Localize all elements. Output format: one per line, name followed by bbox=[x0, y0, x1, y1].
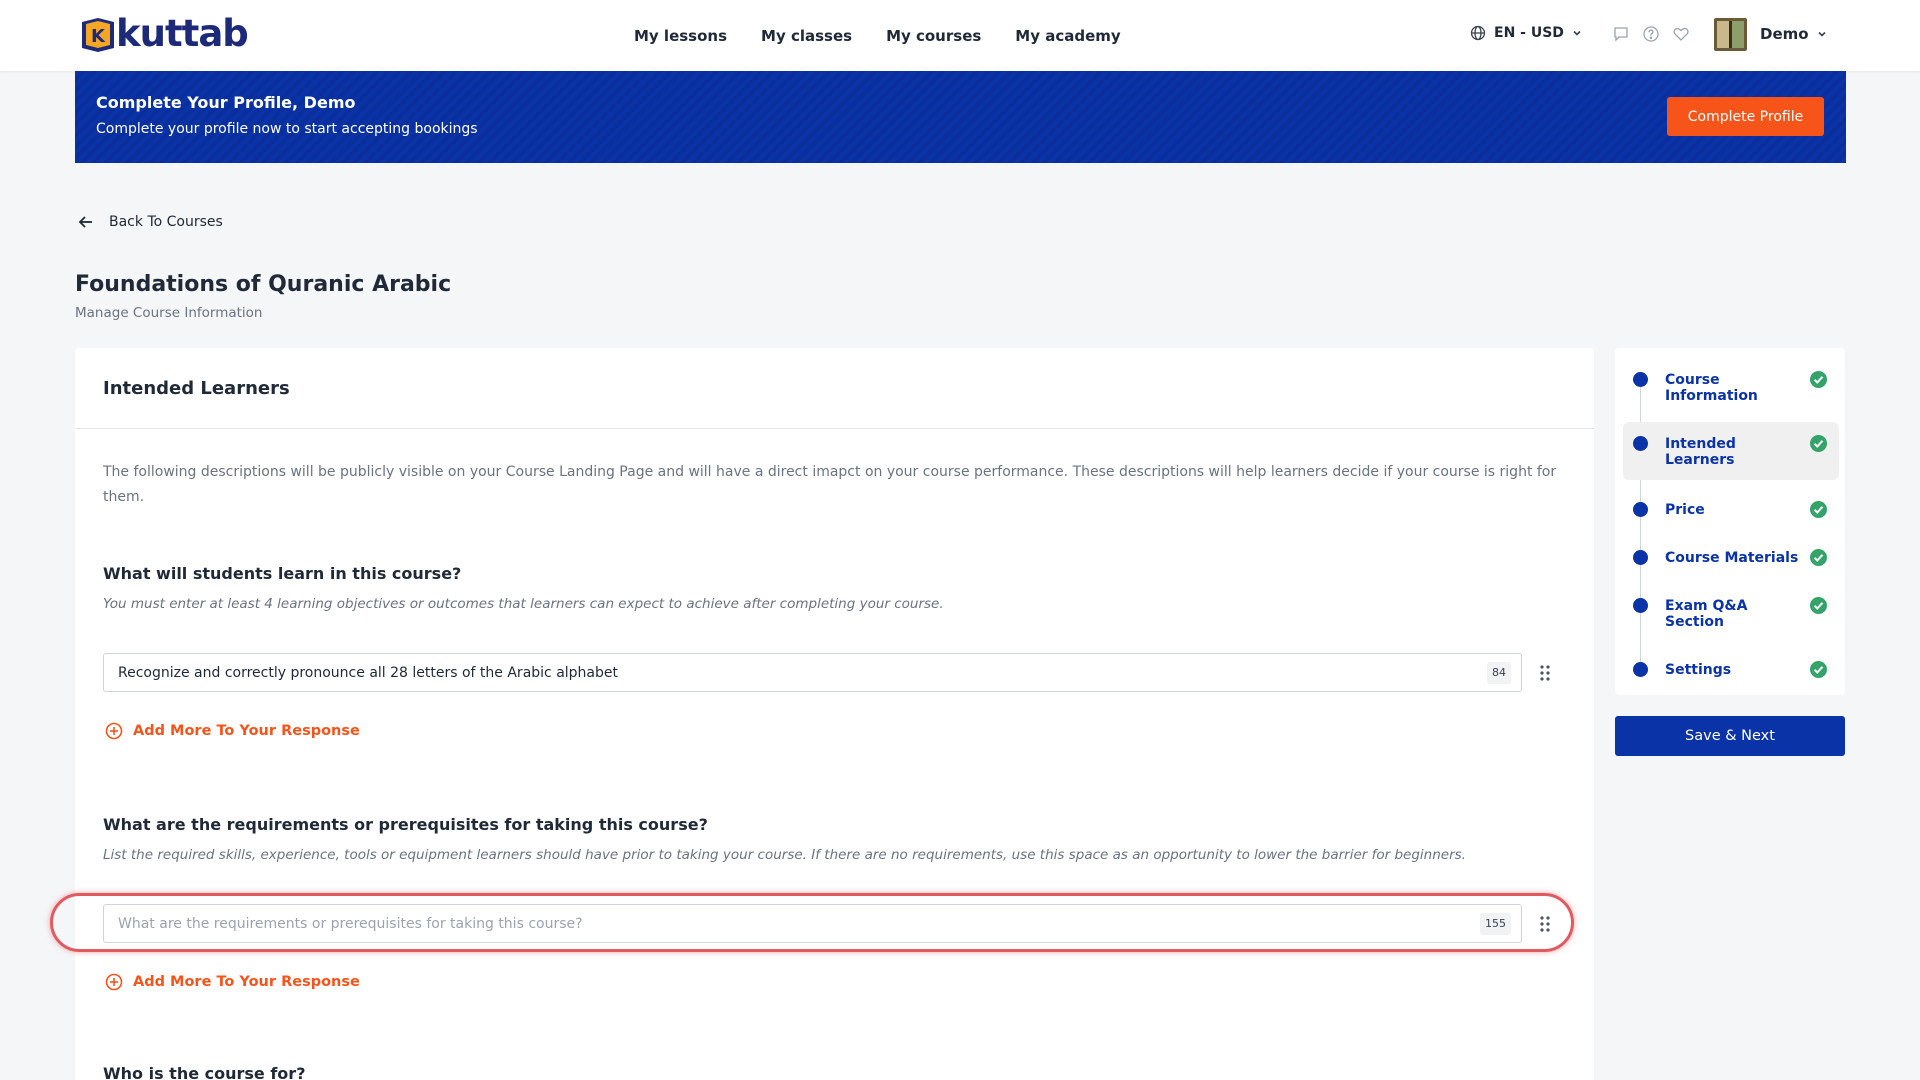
nav-my-courses[interactable]: My courses bbox=[886, 27, 981, 45]
requirements-field[interactable]: 155 bbox=[103, 904, 1522, 943]
arrow-left-icon bbox=[78, 216, 92, 228]
intended-learners-card: Intended Learners The following descript… bbox=[75, 348, 1594, 1080]
step-dot-icon bbox=[1633, 550, 1648, 565]
drag-handle-icon[interactable] bbox=[1538, 915, 1552, 933]
question-audience-title: Who is the course for? bbox=[103, 1064, 306, 1080]
learning-objective-input[interactable] bbox=[104, 654, 1521, 691]
page-subtitle: Manage Course Information bbox=[75, 305, 263, 321]
intro-text: The following descriptions will be publi… bbox=[103, 464, 1557, 505]
chevron-down-icon bbox=[1817, 31, 1826, 37]
heart-icon[interactable] bbox=[1672, 25, 1690, 43]
step-dot-icon bbox=[1633, 372, 1648, 387]
card-title: Intended Learners bbox=[103, 377, 290, 399]
step-dot-icon bbox=[1633, 436, 1648, 451]
question-learn-title: What will students learn in this course? bbox=[103, 564, 462, 583]
char-count-badge: 155 bbox=[1480, 913, 1511, 935]
course-steps-panel: Course Information Intended Learners Pri… bbox=[1615, 348, 1845, 695]
globe-icon bbox=[1470, 25, 1486, 41]
step-dot-icon bbox=[1633, 598, 1648, 613]
question-requirements-hint: List the required skills, experience, to… bbox=[103, 847, 1466, 863]
step-label: Settings bbox=[1665, 662, 1732, 678]
add-more-label: Add More To Your Response bbox=[133, 723, 360, 739]
header-icons bbox=[1612, 25, 1690, 43]
logo-book-icon: K bbox=[78, 14, 118, 54]
banner-title: Complete Your Profile, Demo bbox=[96, 93, 356, 112]
check-circle-icon bbox=[1810, 597, 1827, 614]
check-circle-icon bbox=[1810, 661, 1827, 678]
user-menu[interactable]: Demo bbox=[1760, 25, 1827, 43]
step-course-materials[interactable]: Course Materials bbox=[1623, 540, 1839, 576]
check-circle-icon bbox=[1810, 501, 1827, 518]
check-circle-icon bbox=[1810, 371, 1827, 388]
logo-text: kuttab bbox=[116, 12, 249, 55]
add-more-requirements-button[interactable]: Add More To Your Response bbox=[105, 973, 360, 991]
step-price[interactable]: Price bbox=[1623, 492, 1839, 528]
top-navbar: K kuttab My lessons My classes My course… bbox=[0, 0, 1920, 71]
step-label: Price bbox=[1665, 502, 1705, 518]
learning-objective-field[interactable]: 84 bbox=[103, 653, 1522, 692]
back-label: Back To Courses bbox=[109, 214, 223, 230]
plus-circle-icon bbox=[105, 973, 123, 991]
step-course-information[interactable]: Course Information bbox=[1623, 358, 1839, 410]
kuttab-logo[interactable]: K kuttab bbox=[78, 12, 249, 55]
help-icon[interactable] bbox=[1642, 25, 1660, 43]
chat-icon[interactable] bbox=[1612, 25, 1630, 43]
drag-handle-icon[interactable] bbox=[1538, 664, 1552, 682]
main-nav: My lessons My classes My courses My acad… bbox=[634, 0, 1121, 71]
question-requirements-title: What are the requirements or prerequisit… bbox=[103, 815, 708, 834]
step-settings[interactable]: Settings bbox=[1623, 652, 1839, 688]
add-more-label: Add More To Your Response bbox=[133, 974, 360, 990]
step-label: Course Materials bbox=[1665, 550, 1799, 566]
nav-my-lessons[interactable]: My lessons bbox=[634, 27, 727, 45]
user-name: Demo bbox=[1760, 25, 1809, 43]
nav-my-classes[interactable]: My classes bbox=[761, 27, 852, 45]
back-to-courses-link[interactable]: Back To Courses bbox=[77, 213, 223, 231]
add-more-learn-button[interactable]: Add More To Your Response bbox=[105, 722, 360, 740]
plus-circle-icon bbox=[105, 722, 123, 740]
char-count-badge: 84 bbox=[1487, 662, 1511, 684]
step-label: Intended Learners bbox=[1665, 436, 1736, 468]
logo-letter: K bbox=[91, 26, 106, 47]
step-dot-icon bbox=[1633, 662, 1648, 677]
page-title: Foundations of Quranic Arabic bbox=[75, 272, 452, 297]
check-circle-icon bbox=[1810, 549, 1827, 566]
check-circle-icon bbox=[1810, 435, 1827, 452]
step-intended-learners[interactable]: Intended Learners bbox=[1623, 422, 1839, 480]
step-label: Exam Q&A Section bbox=[1665, 598, 1748, 630]
step-exam-qa-section[interactable]: Exam Q&A Section bbox=[1623, 588, 1839, 640]
save-and-next-button[interactable]: Save & Next bbox=[1615, 716, 1845, 756]
requirements-input[interactable] bbox=[104, 905, 1521, 942]
avatar[interactable] bbox=[1714, 18, 1747, 51]
step-label: Course Information bbox=[1665, 372, 1758, 404]
nav-my-academy[interactable]: My academy bbox=[1015, 27, 1120, 45]
question-learn-hint: You must enter at least 4 learning objec… bbox=[103, 596, 944, 612]
complete-profile-button[interactable]: Complete Profile bbox=[1667, 97, 1824, 136]
language-currency-selector[interactable]: EN - USD bbox=[1470, 25, 1582, 41]
chevron-down-icon bbox=[1573, 30, 1581, 36]
card-header: Intended Learners bbox=[75, 348, 1594, 429]
language-label: EN - USD bbox=[1494, 25, 1564, 41]
step-dot-icon bbox=[1633, 502, 1648, 517]
complete-profile-banner: Complete Your Profile, Demo Complete you… bbox=[75, 71, 1846, 163]
banner-subtitle: Complete your profile now to start accep… bbox=[96, 121, 478, 137]
